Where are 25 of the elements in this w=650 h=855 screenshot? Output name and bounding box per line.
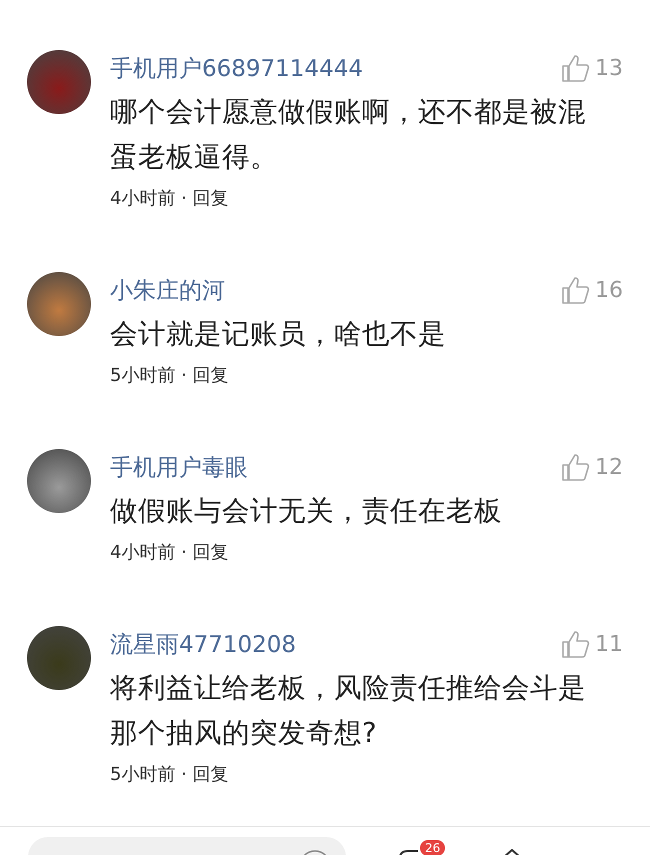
username[interactable]: 手机用户毒眼 xyxy=(110,452,248,482)
comment-text: 做假账与会计无关，责任在老板 xyxy=(110,494,503,529)
timestamp: 4小时前 · xyxy=(110,188,187,209)
timestamp: 5小时前 · xyxy=(110,365,187,386)
timestamp: 5小时前 · xyxy=(110,764,187,785)
username[interactable]: 小朱庄的河 xyxy=(110,274,225,306)
comment-count-badge: 26 xyxy=(420,840,446,855)
reply-link[interactable]: 回复 xyxy=(192,764,229,785)
comment-text: 哪个会计愿意做假账啊，还不都是被混蛋老板逼得。 xyxy=(110,95,587,175)
reply-link[interactable]: 回复 xyxy=(192,188,229,209)
comment-text: 将利益让给老板，风险责任推给会斗是那个抽风的突发奇想? xyxy=(110,671,587,751)
thumbs-up-icon[interactable] xyxy=(561,275,591,305)
like-count: 12 xyxy=(595,454,623,480)
timestamp: 4小时前 · xyxy=(110,542,187,563)
reply-link[interactable]: 回复 xyxy=(192,542,229,563)
thumbs-up-icon[interactable] xyxy=(561,53,591,83)
username[interactable]: 流星雨47710208 xyxy=(110,628,296,660)
reply-link[interactable]: 回复 xyxy=(192,365,229,386)
like-count: 13 xyxy=(595,56,623,80)
like-count: 16 xyxy=(595,278,623,302)
thumbs-up-icon[interactable] xyxy=(561,452,591,482)
like-count: 11 xyxy=(595,632,623,656)
username[interactable]: 手机用户66897114444 xyxy=(110,52,363,84)
thumbs-up-icon[interactable] xyxy=(561,629,591,659)
comment-text: 会计就是记账员，啥也不是 xyxy=(110,317,447,352)
